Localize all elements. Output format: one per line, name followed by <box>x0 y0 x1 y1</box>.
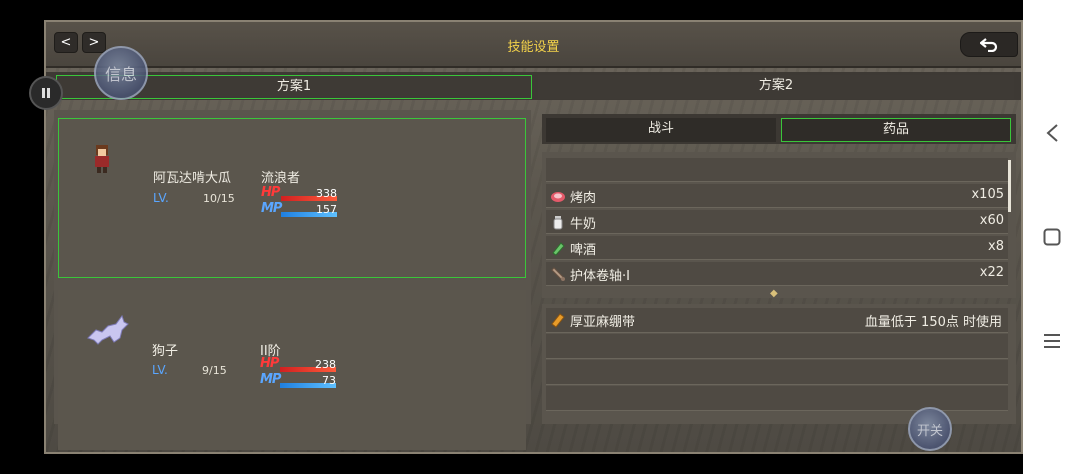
tab-battle[interactable]: 战斗 <box>546 118 776 142</box>
nav-back-button[interactable] <box>1037 118 1067 148</box>
member-name: 阿瓦达啃大瓜 <box>153 171 232 186</box>
menu-lines-icon <box>1044 334 1060 348</box>
plan-tabs: 方案1 方案2 <box>46 72 1021 100</box>
member-card[interactable]: 狗子 II阶 LV. 9/15 HP 238 MP 73 <box>58 290 526 450</box>
item-name: 烤肉 <box>570 191 597 206</box>
list-item[interactable]: 啤酒 x8 <box>546 236 1008 260</box>
item-quantity: x8 <box>988 239 1004 254</box>
system-nav-bar <box>1023 0 1080 474</box>
game-screen: < > 技能设置 方案1 方案2 阿瓦达啃大瓜 流浪者 LV. 10/15 HP… <box>0 0 1080 474</box>
hp-label: HP <box>260 356 279 371</box>
side-toggle-button[interactable] <box>29 76 63 110</box>
back-chevron-icon <box>1046 124 1058 142</box>
usage-rule-list: 厚亚麻绷带 血量低于 150点 时使用 <box>542 304 1016 424</box>
item-name: 牛奶 <box>570 217 597 232</box>
bandage-icon <box>551 313 565 328</box>
member-class: 流浪者 <box>261 171 301 186</box>
category-tabs: 战斗 药品 <box>542 114 1016 144</box>
scroll-icon <box>551 267 565 281</box>
item-quantity: x60 <box>979 213 1004 228</box>
rule-row[interactable]: 厚亚麻绷带 血量低于 150点 时使用 <box>546 308 1008 333</box>
rule-row[interactable] <box>546 360 1008 385</box>
hp-value: 338 <box>316 187 337 200</box>
tab-plan-2[interactable]: 方案2 <box>538 75 1014 99</box>
item-list[interactable]: 烤肉 x105 牛奶 x60 啤酒 x8 护体卷轴·I x22 ◆ <box>542 152 1016 299</box>
toggle-bubble-button[interactable]: 开关 <box>908 407 952 451</box>
level-value: 10/15 <box>203 192 235 205</box>
mp-label: MP <box>260 372 281 387</box>
skill-settings-window: < > 技能设置 方案1 方案2 阿瓦达啃大瓜 流浪者 LV. 10/15 HP… <box>44 20 1023 454</box>
return-arrow-icon <box>980 37 998 52</box>
level-label: LV. <box>153 191 169 205</box>
party-panel: 阿瓦达啃大瓜 流浪者 LV. 10/15 HP 338 MP 157 狗子 II… <box>54 110 531 450</box>
pause-icon <box>42 88 50 98</box>
title-bar: < > 技能设置 <box>46 22 1021 68</box>
nav-home-button[interactable] <box>1037 222 1067 252</box>
return-button[interactable] <box>960 32 1018 57</box>
beer-icon <box>552 242 565 256</box>
meat-icon <box>551 192 565 202</box>
list-item[interactable]: 烤肉 x105 <box>546 184 1008 208</box>
hp-label: HP <box>261 185 280 200</box>
rule-item-name: 厚亚麻绷带 <box>570 315 636 330</box>
wolf-sprite-icon <box>87 314 129 345</box>
info-bubble-button[interactable]: 信息 <box>94 46 148 100</box>
home-square-icon <box>1043 228 1061 246</box>
item-quantity: x22 <box>979 265 1004 280</box>
rule-row[interactable] <box>546 386 1008 411</box>
item-name: 啤酒 <box>570 243 597 258</box>
list-item[interactable] <box>546 158 1008 182</box>
nav-menu-button[interactable] <box>1037 326 1067 356</box>
item-name: 护体卷轴·I <box>570 269 630 284</box>
mp-value: 73 <box>322 374 336 387</box>
mp-value: 157 <box>316 203 337 216</box>
more-items-icon: ◆ <box>770 288 778 299</box>
member-card[interactable]: 阿瓦达啃大瓜 流浪者 LV. 10/15 HP 338 MP 157 <box>58 118 526 278</box>
list-item[interactable]: 护体卷轴·I x22 <box>546 262 1008 286</box>
hero-sprite-icon <box>95 145 109 173</box>
milk-icon <box>553 216 563 230</box>
hp-value: 238 <box>315 358 336 371</box>
member-name: 狗子 <box>152 344 179 359</box>
level-label: LV. <box>152 363 168 377</box>
rule-condition: 血量低于 150点 时使用 <box>864 315 1002 330</box>
item-quantity: x105 <box>971 187 1004 202</box>
window-title: 技能设置 <box>507 40 560 55</box>
mp-label: MP <box>261 201 282 216</box>
scrollbar[interactable] <box>1008 160 1011 212</box>
rule-row[interactable] <box>546 334 1008 359</box>
list-item[interactable]: 牛奶 x60 <box>546 210 1008 234</box>
tab-medicine[interactable]: 药品 <box>781 118 1011 142</box>
level-value: 9/15 <box>202 364 227 377</box>
